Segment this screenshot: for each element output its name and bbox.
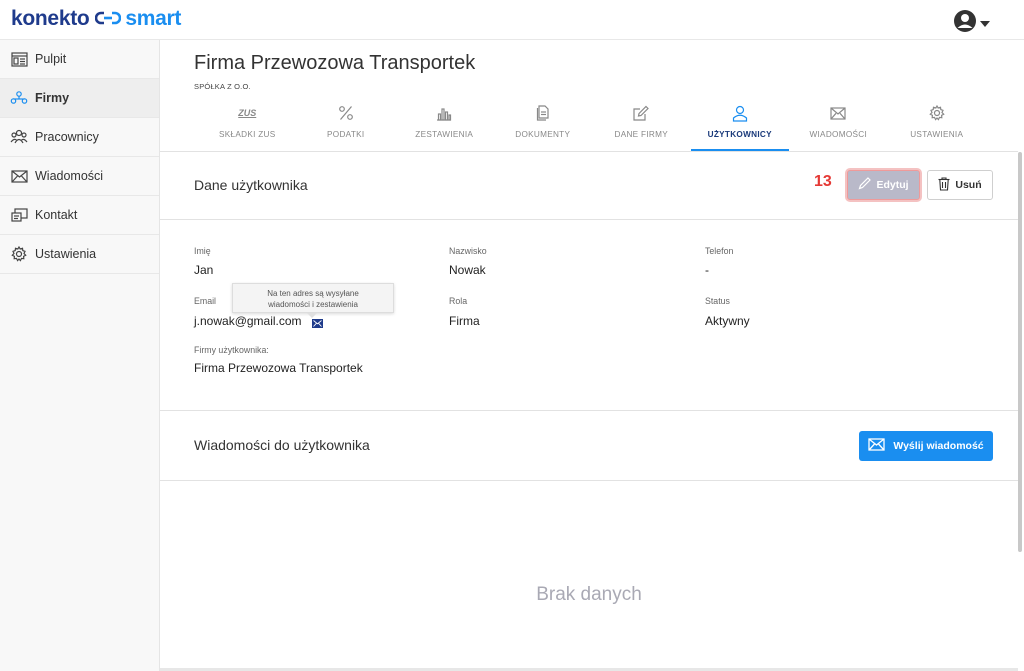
edit-button-label: Edytuj xyxy=(876,179,909,191)
pencil-icon xyxy=(858,177,872,193)
phone-label: Telefon xyxy=(705,246,734,256)
tooltip-line: Na ten adres są wysyłane xyxy=(267,289,359,298)
role-value: Firma xyxy=(449,314,480,328)
page-title: Firma Przewozowa Transportek xyxy=(194,52,476,74)
tab-skladki-zus[interactable]: ZUS SKŁADKI ZUS xyxy=(198,100,297,151)
divider xyxy=(160,219,1018,220)
contact-icon xyxy=(10,206,28,224)
zus-icon: ZUS xyxy=(238,108,257,118)
tab-podatki[interactable]: PODATKI xyxy=(297,100,396,151)
bar-chart-icon xyxy=(436,103,452,123)
last-name-value: Nowak xyxy=(449,263,486,277)
tab-label: WIADOMOŚCI xyxy=(809,130,868,139)
edit-icon xyxy=(633,103,650,123)
sidebar-item-label: Kontakt xyxy=(35,208,78,222)
edit-button[interactable]: Edytuj xyxy=(847,170,920,200)
envelope-icon xyxy=(10,167,28,185)
user-icon xyxy=(732,103,748,123)
tab-dane-firmy[interactable]: DANE FIRMY xyxy=(592,100,691,151)
app-logo[interactable]: konekto smart xyxy=(11,7,181,31)
tab-wiadomosci[interactable]: WIADOMOŚCI xyxy=(789,100,888,151)
user-companies-label: Firmy użytkownika: xyxy=(194,345,269,355)
gear-icon xyxy=(929,103,945,123)
envelope-icon xyxy=(830,103,846,123)
envelope-icon xyxy=(868,438,886,454)
sidebar-item-label: Firmy xyxy=(35,91,70,105)
sidebar-item-wiadomosci[interactable]: Wiadomości xyxy=(0,157,159,196)
dashboard-icon xyxy=(10,50,28,68)
tab-uzytkownicy[interactable]: UŻYTKOWNICY xyxy=(690,100,789,151)
sidebar-item-kontakt[interactable]: Kontakt xyxy=(0,196,159,235)
divider xyxy=(160,410,1018,411)
percent-icon xyxy=(338,103,354,123)
companies-icon xyxy=(10,89,28,107)
delete-button[interactable]: Usuń xyxy=(927,170,993,200)
company-tabs: ZUS SKŁADKI ZUS PODATKI ZESTAWIENIA DOKU… xyxy=(198,100,986,151)
sidebar-item-label: Wiadomości xyxy=(35,169,104,183)
tab-zestawienia[interactable]: ZESTAWIENIA xyxy=(395,100,494,151)
user-details-title: Dane użytkownika xyxy=(194,177,308,193)
user-companies-value: Firma Przewozowa Transportek xyxy=(194,361,363,375)
last-name-label: Nazwisko xyxy=(449,246,487,256)
chevron-down-icon xyxy=(980,20,990,27)
sidebar-item-pracownicy[interactable]: Pracownicy xyxy=(0,118,159,157)
role-label: Rola xyxy=(449,296,468,306)
phone-value: - xyxy=(705,263,709,277)
tooltip-line: wiadomości i zestawienia xyxy=(268,300,358,309)
first-name-value: Jan xyxy=(194,263,214,277)
divider xyxy=(160,151,1018,152)
tab-label: DOKUMENTY xyxy=(515,130,571,139)
tab-dokumenty[interactable]: DOKUMENTY xyxy=(494,100,593,151)
sidebar-item-firmy[interactable]: Firmy xyxy=(0,79,159,118)
scrollbar[interactable] xyxy=(1018,152,1022,552)
company-type: SPÓŁKA Z O.O. xyxy=(194,82,251,91)
first-name-label: Imię xyxy=(194,246,211,256)
email-label: Email xyxy=(194,296,216,306)
gear-icon xyxy=(10,245,28,263)
tab-label: DANE FIRMY xyxy=(614,130,668,139)
send-message-button[interactable]: Wyślij wiadomość xyxy=(859,431,993,461)
link-icon xyxy=(95,7,122,31)
sidebar-item-pulpit[interactable]: Pulpit xyxy=(0,40,159,79)
user-menu-button[interactable] xyxy=(953,9,990,38)
logo-product: smart xyxy=(125,7,182,30)
tooltip-arrow xyxy=(307,313,317,318)
logo-brand: konekto xyxy=(11,7,90,30)
sidebar-item-label: Pulpit xyxy=(35,52,67,66)
step-badge: 13 xyxy=(814,173,832,190)
email-value: j.nowak@gmail.com xyxy=(194,314,302,328)
status-label: Status xyxy=(705,296,730,306)
tab-ustawienia[interactable]: USTAWIENIA xyxy=(888,100,987,151)
tab-label: USTAWIENIA xyxy=(910,130,964,139)
tab-label: UŻYTKOWNICY xyxy=(707,130,772,139)
delete-button-label: Usuń xyxy=(955,179,982,191)
tab-label: ZESTAWIENIA xyxy=(415,130,474,139)
user-avatar-icon xyxy=(953,9,977,38)
messages-title: Wiadomości do użytkownika xyxy=(194,437,370,453)
sidebar-item-label: Pracownicy xyxy=(35,130,99,144)
employees-icon xyxy=(10,128,28,146)
email-info-icon[interactable] xyxy=(312,319,323,328)
email-tooltip: Na ten adres są wysyłane wiadomości i ze… xyxy=(232,283,394,313)
tab-label: PODATKI xyxy=(327,130,365,139)
tab-label: SKŁADKI ZUS xyxy=(218,130,276,139)
sidebar-item-label: Ustawienia xyxy=(35,247,97,261)
top-bar: konekto smart xyxy=(0,0,1024,40)
documents-icon xyxy=(536,103,550,123)
send-message-label: Wyślij wiadomość xyxy=(893,440,984,452)
trash-icon xyxy=(938,176,950,194)
empty-state: Brak danych xyxy=(536,584,642,605)
sidebar: Pulpit Firmy Pracownicy Wiadomości Konta… xyxy=(0,40,160,671)
sidebar-item-ustawienia[interactable]: Ustawienia xyxy=(0,235,159,274)
divider xyxy=(160,480,1018,481)
status-value: Aktywny xyxy=(705,314,750,328)
